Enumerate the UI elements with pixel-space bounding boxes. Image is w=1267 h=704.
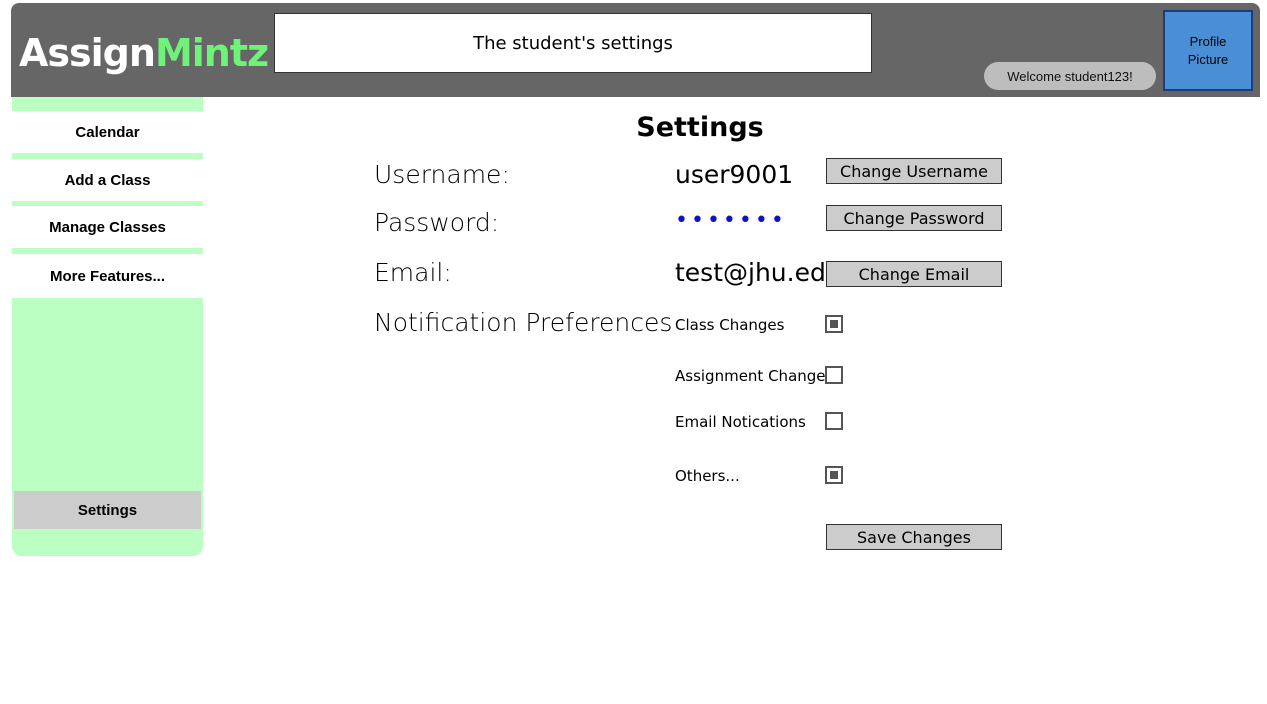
sidebar-item-add-class[interactable]: Add a Class	[12, 159, 203, 201]
pref-class-changes-checkbox[interactable]	[825, 315, 843, 333]
username-value: user9001	[675, 160, 794, 189]
pref-assignment-changes-checkbox[interactable]	[825, 366, 843, 384]
save-changes-button[interactable]: Save Changes	[826, 524, 1002, 550]
pref-email-notications-checkbox[interactable]	[825, 412, 843, 430]
pref-assignment-changes-label: Assignment Changes	[675, 367, 834, 385]
pref-email-notications-label: Email Notications	[675, 413, 806, 431]
pref-others-label: Others...	[675, 467, 740, 485]
sidebar-item-more-features[interactable]: More Features...	[12, 254, 203, 298]
welcome-badge: Welcome student123!	[984, 62, 1156, 90]
change-email-button[interactable]: Change Email	[826, 261, 1002, 287]
sidebar-item-calendar[interactable]: Calendar	[12, 111, 203, 153]
sidebar-item-manage-classes[interactable]: Manage Classes	[12, 206, 203, 248]
notification-preferences-label: Notification Preferences	[374, 308, 673, 337]
profile-picture-label: Profile Picture	[1187, 33, 1229, 67]
sidebar-item-label: Calendar	[75, 123, 140, 141]
logo-text-mintz: Mintz	[154, 31, 269, 75]
email-value: test@jhu.edu	[675, 258, 842, 287]
sidebar: Calendar Add a Class Manage Classes More…	[12, 97, 203, 556]
top-header: AssignMintz The student's settings Welco…	[11, 3, 1260, 97]
username-label: Username:	[374, 160, 510, 189]
profile-picture-button[interactable]: Profile Picture	[1163, 10, 1253, 91]
pref-class-changes-label: Class Changes	[675, 316, 785, 334]
welcome-text: Welcome student123!	[1007, 68, 1133, 84]
sidebar-item-settings[interactable]: Settings	[14, 491, 201, 529]
sidebar-item-label: More Features...	[49, 267, 166, 285]
sidebar-item-label: Settings	[77, 501, 138, 519]
sidebar-item-label: Add a Class	[64, 171, 151, 189]
change-password-button[interactable]: Change Password	[826, 205, 1002, 231]
page-title: The student's settings	[473, 32, 673, 54]
app-logo[interactable]: AssignMintz	[19, 31, 269, 75]
logo-text-assign: Assign	[19, 31, 156, 75]
password-label: Password:	[374, 208, 500, 237]
sidebar-item-label: Manage Classes	[49, 218, 166, 236]
pref-others-checkbox[interactable]	[825, 466, 843, 484]
change-username-button[interactable]: Change Username	[826, 158, 1002, 184]
email-label: Email:	[374, 258, 452, 287]
settings-heading: Settings	[636, 112, 764, 143]
password-value: •••••••	[675, 208, 787, 233]
page-title-box: The student's settings	[274, 13, 872, 73]
